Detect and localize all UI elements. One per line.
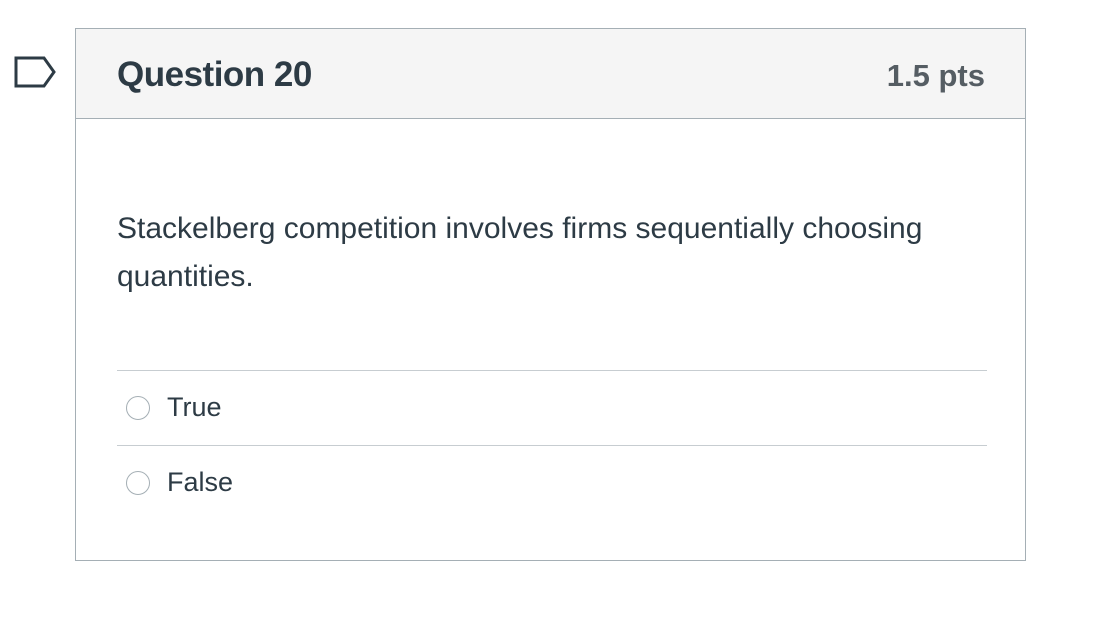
question-text: Stackelberg competition involves firms s… bbox=[117, 212, 923, 293]
question-header: Question 20 1.5 pts bbox=[76, 29, 1025, 119]
flag-question-icon[interactable] bbox=[14, 56, 58, 88]
question-title: Question 20 bbox=[117, 55, 312, 94]
radio-button[interactable] bbox=[126, 396, 150, 420]
question-card: Question 20 1.5 pts Stackelberg competit… bbox=[75, 28, 1026, 561]
answer-option-false[interactable]: False bbox=[117, 445, 987, 520]
answer-label: True bbox=[167, 392, 222, 422]
answer-option-true[interactable]: True bbox=[117, 370, 987, 445]
question-points: 1.5 pts bbox=[886, 58, 985, 93]
radio-button[interactable] bbox=[126, 471, 150, 495]
answer-label: False bbox=[167, 467, 234, 497]
answer-list: True False bbox=[117, 370, 987, 520]
